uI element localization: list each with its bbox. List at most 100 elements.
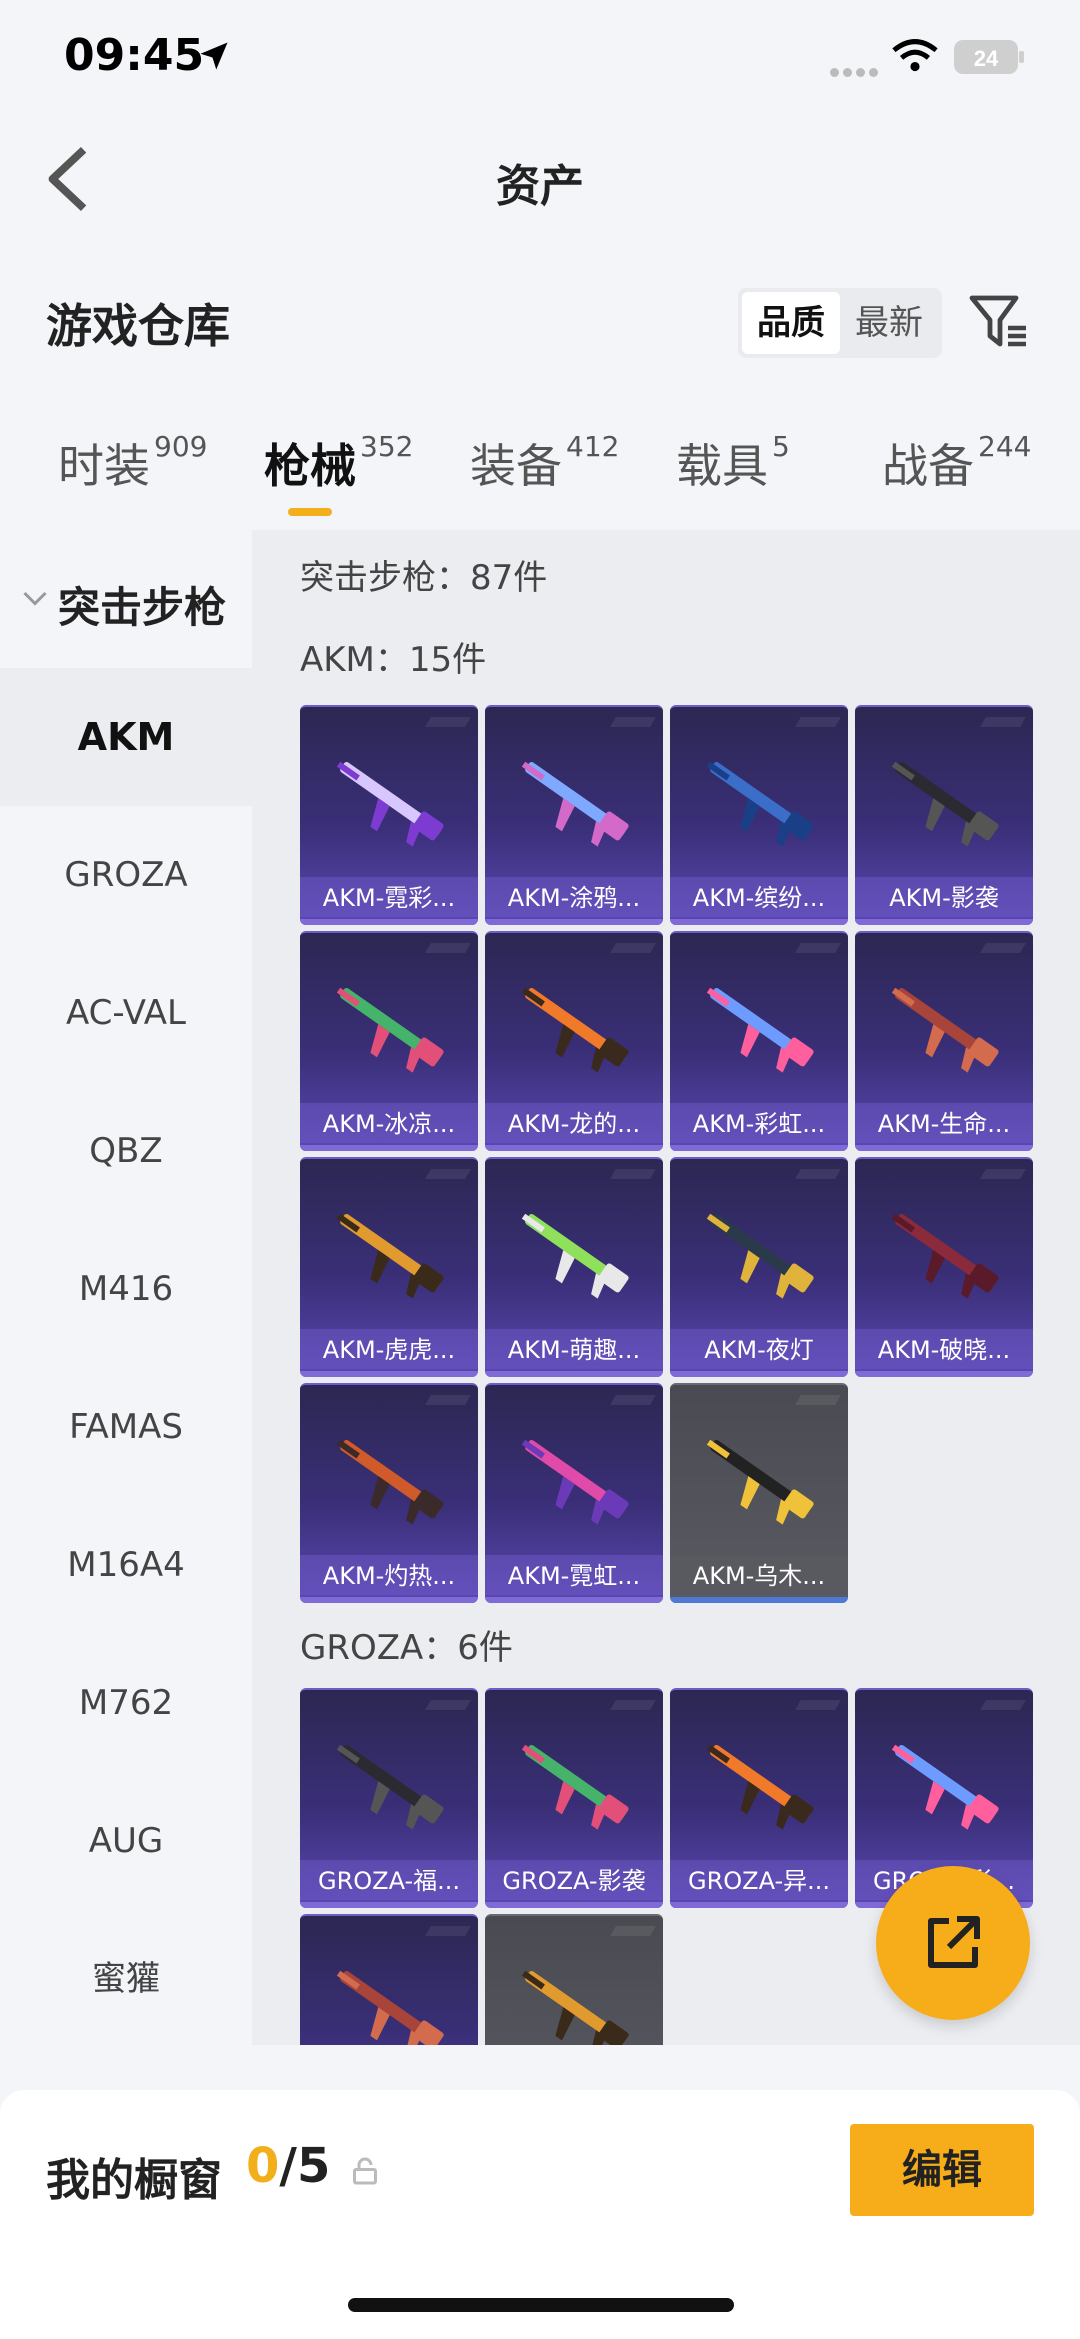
groza-skin-card[interactable]: GROZA-影袭 [485,1688,663,1908]
weapon-skin-name: AKM-霓彩... [322,884,456,912]
sidebar-item-honey-badger[interactable]: 蜜獾 [0,1910,252,2048]
status-time: 09:45 [64,30,205,81]
share-icon [928,1916,980,1968]
akm-skin-card[interactable]: AKM-缤纷... [670,705,848,925]
sidebar-item-m16a4[interactable]: M16A4 [0,1496,252,1634]
rarity-line [485,1145,663,1151]
akm-skin-card[interactable]: AKM-生命... [855,931,1033,1151]
groza-skin-card[interactable] [300,1914,478,2045]
weapon-skin-image [692,737,826,867]
rarity-line [670,1371,848,1377]
akm-skin-card[interactable]: AKM-冰凉... [300,931,478,1151]
share-button[interactable] [876,1866,1030,2020]
page-title: 资产 [496,161,584,212]
rarity-line [670,1902,848,1908]
weapon-skin-name: AKM-龙的... [507,1110,641,1138]
weapon-skin-name: AKM-彩虹... [692,1110,826,1138]
sidebar-group-label: 突击步枪 [58,583,227,632]
rarity-line [670,1597,848,1603]
card-decoration [425,717,471,727]
rarity-line [485,1371,663,1377]
showcase-count: 0/5 [246,2138,330,2194]
card-decoration [610,943,656,953]
card-decoration [795,1169,841,1179]
akm-skin-card[interactable]: AKM-萌趣... [485,1157,663,1377]
groza-section-header: GROZA：6件 [300,1628,513,1668]
weapon-skin-name: GROZA-影袭 [502,1867,646,1895]
weapon-skin-image [877,1189,1011,1319]
wifi-icon [892,39,938,72]
weapon-skin-name: AKM-乌木... [692,1562,826,1590]
sidebar-item-akm[interactable]: AKM [0,668,252,806]
rarity-line [855,1145,1033,1151]
groza-skin-card[interactable] [485,1914,663,2045]
akm-skin-card[interactable]: AKM-彩虹... [670,931,848,1151]
groza-skin-card[interactable]: GROZA-福... [300,1688,478,1908]
akm-skin-card[interactable]: AKM-灼热... [300,1383,478,1603]
weapon-skin-name: AKM-灼热... [322,1562,456,1590]
rarity-line [300,1597,478,1603]
tab-vehicles[interactable]: 载具 5 [676,430,790,496]
card-decoration [980,1700,1026,1710]
sidebar-item-ac-val[interactable]: AC-VAL [0,944,252,1082]
filter-icon[interactable] [966,290,1030,354]
weapon-skin-name: AKM-缤纷... [692,884,826,912]
rarity-line [855,919,1033,925]
akm-section-header: AKM：15件 [300,640,487,680]
tab-gear[interactable]: 战备 244 [882,430,1031,496]
weapon-skin-image [692,963,826,1093]
rarity-line [855,1371,1033,1377]
weapon-skin-image [322,963,456,1093]
akm-skin-card[interactable]: AKM-夜灯 [670,1157,848,1377]
weapon-skin-image [507,1946,641,2045]
sidebar-item-famas[interactable]: FAMAS [0,1358,252,1496]
akm-skin-card[interactable]: AKM-乌木... [670,1383,848,1603]
sidebar-group-assault-rifles[interactable]: 突击步枪 [0,560,252,640]
weapon-skin-image [322,1189,456,1319]
weapon-skin-image [322,737,456,867]
rarity-line [300,1902,478,1908]
tab-firearms[interactable]: 枪械 352 [264,430,413,496]
card-decoration [795,1395,841,1405]
tab-equipment[interactable]: 装备 412 [470,430,619,496]
akm-skin-card[interactable]: AKM-霓虹... [485,1383,663,1603]
weapon-skin-name: AKM-破晓... [877,1336,1011,1364]
akm-skin-card[interactable]: AKM-涂鸦... [485,705,663,925]
home-indicator [348,2298,734,2312]
weapon-skin-image [507,1720,641,1850]
weapon-skin-image [877,963,1011,1093]
card-decoration [610,1395,656,1405]
akm-skin-card[interactable]: AKM-虎虎... [300,1157,478,1377]
card-decoration [980,943,1026,953]
signal-dots-icon [830,62,882,81]
status-bar: 09:45 24 [0,0,1080,120]
weapon-skin-image [877,1720,1011,1850]
weapon-skin-image [322,1720,456,1850]
card-decoration [425,1395,471,1405]
weapon-skin-image [507,1189,641,1319]
sort-newest-button[interactable]: 最新 [840,292,938,354]
edit-button[interactable]: 编辑 [850,2124,1034,2216]
akm-skin-card[interactable]: AKM-龙的... [485,931,663,1151]
svg-text:24: 24 [974,46,999,71]
akm-skin-card[interactable]: AKM-破晓... [855,1157,1033,1377]
card-decoration [425,1700,471,1710]
sidebar-item-aug[interactable]: AUG [0,1772,252,1910]
showcase-label: 我的橱窗 [46,2155,222,2206]
sidebar-item-qbz[interactable]: QBZ [0,1082,252,1220]
weapon-skin-name: AKM-涂鸦... [507,884,641,912]
akm-skin-card[interactable]: AKM-影袭 [855,705,1033,925]
tab-fashion[interactable]: 时装 909 [58,430,207,496]
card-decoration [980,717,1026,727]
sidebar-item-m416[interactable]: M416 [0,1220,252,1358]
weapon-skin-image [507,737,641,867]
groza-skin-card[interactable]: GROZA-异... [670,1688,848,1908]
sidebar-item-m762[interactable]: M762 [0,1634,252,1772]
akm-skin-card[interactable]: AKM-霓彩... [300,705,478,925]
card-decoration [425,1169,471,1179]
sidebar-item-groza[interactable]: GROZA [0,806,252,944]
sort-quality-button[interactable]: 品质 [742,292,840,354]
card-decoration [425,1926,471,1936]
weapon-skin-name: AKM-夜灯 [704,1336,814,1364]
card-decoration [610,1169,656,1179]
